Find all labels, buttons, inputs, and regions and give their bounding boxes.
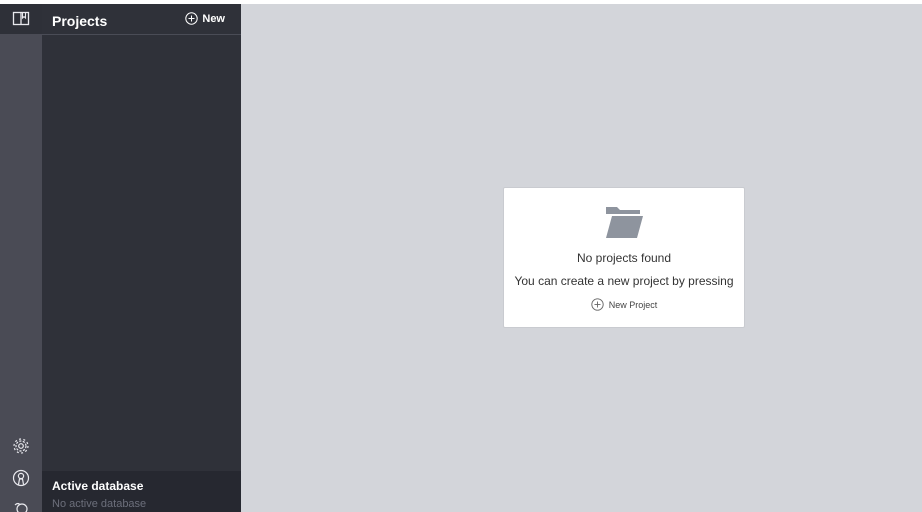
gear-icon[interactable] [7, 434, 35, 458]
user-icon[interactable] [7, 466, 35, 490]
empty-state-title: No projects found [576, 251, 672, 265]
main-content: No projects found You can create a new p… [241, 4, 922, 512]
icon-rail [0, 4, 42, 512]
active-database-panel[interactable]: Active database No active database [42, 471, 241, 512]
active-database-title: Active database [52, 479, 144, 493]
new-project-link[interactable]: New Project [504, 298, 744, 311]
new-button-label: New [202, 12, 225, 25]
folder-open-icon [606, 207, 643, 238]
sidebar-title: Projects [52, 13, 108, 29]
book-icon[interactable] [7, 7, 35, 31]
projects-sidebar: Projects New Active database No active d… [42, 4, 241, 512]
new-project-link-label: New Project [608, 299, 658, 310]
link-icon[interactable] [7, 496, 35, 512]
empty-state-description: You can create a new project by pressing [514, 274, 734, 288]
empty-state-card: No projects found You can create a new p… [503, 187, 745, 328]
sidebar-header: Projects New [42, 4, 241, 35]
new-project-button[interactable]: New [185, 12, 225, 25]
app-window: Projects New Active database No active d… [0, 0, 922, 512]
plus-circle-icon [591, 298, 604, 311]
active-database-value: No active database [52, 498, 147, 510]
plus-circle-icon [185, 12, 199, 25]
